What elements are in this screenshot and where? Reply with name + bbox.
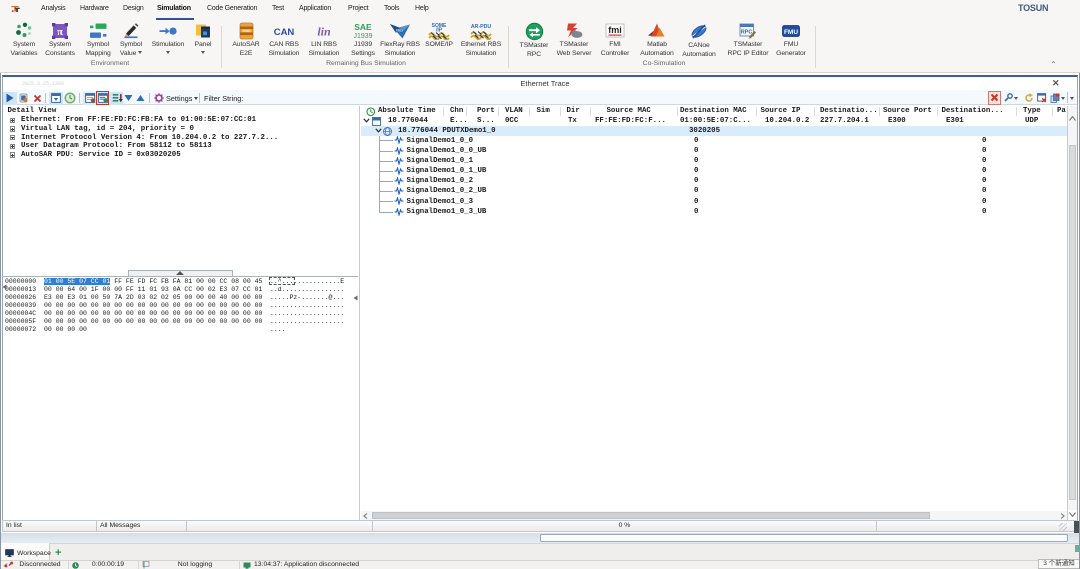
svg-text:Flex: Flex (396, 28, 405, 33)
svg-text:AR-PDU: AR-PDU (471, 24, 491, 30)
svg-text:π: π (57, 26, 63, 38)
svg-text:FMU: FMU (784, 29, 798, 36)
svg-text:fmi: fmi (608, 25, 622, 35)
svg-text:RPC: RPC (741, 30, 753, 36)
svg-text:lin: lin (317, 25, 331, 39)
svg-text:CAN: CAN (274, 27, 295, 38)
